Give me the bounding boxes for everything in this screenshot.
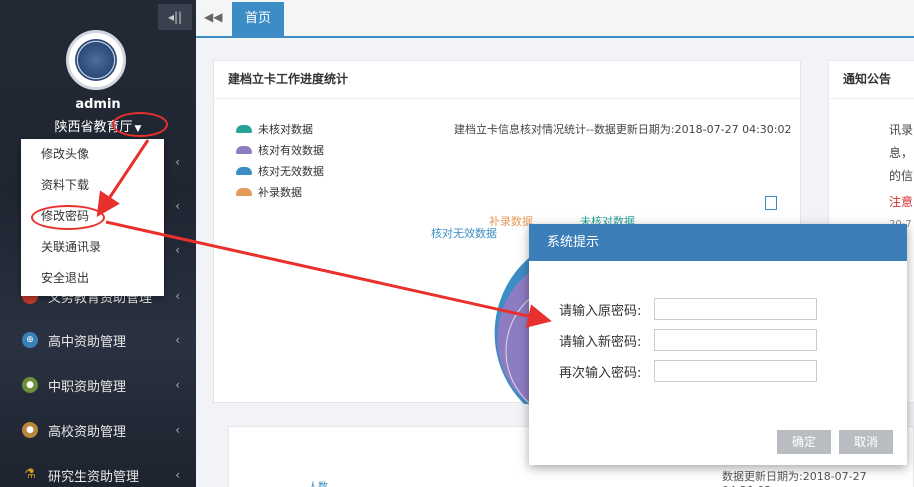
chevron-left-icon: ‹ [175,289,180,303]
menu-item-change-avatar[interactable]: 修改头像 [21,139,164,170]
annotation-ring-dept [112,112,168,137]
nav-label: 高中资助管理 [48,334,127,350]
legend-label: 核对有效数据 [258,144,324,157]
confirm-password-input[interactable] [654,360,817,382]
confirm-password-label: 再次输入密码: [559,365,642,381]
user-name: admin [75,97,121,112]
notice-text: 的信 [889,169,914,183]
logo-emblem [75,39,117,81]
cancel-button[interactable]: 取消 [839,430,893,454]
chevron-left-icon: ‹ [175,333,180,347]
new-password-input[interactable] [654,329,817,351]
panel-title: 通知公告 [829,61,914,99]
bottom-chart-label: 人数 [308,478,328,487]
notice-text: 息， [889,146,914,160]
legend-swatch [236,146,252,154]
logo [66,30,126,90]
confirm-button[interactable]: 确定 [777,430,831,454]
sidebar-toggle-button[interactable]: ◂|| [158,4,192,30]
nav-item-vocational[interactable]: ● 中职资助管理 ‹ [0,363,196,407]
new-password-row: 请输入新密码: [559,329,817,351]
legend-label: 补录数据 [258,186,302,199]
menu-item-contacts[interactable]: 关联通讯录 [21,232,164,263]
old-password-label: 请输入原密码: [559,303,642,319]
chevron-left-icon: ‹ [175,155,180,169]
legend-swatch [236,125,252,133]
university-icon: ● [22,422,38,438]
notice-text: 讯录 [889,123,914,137]
tab-home[interactable]: 首页 [232,2,284,38]
old-password-row: 请输入原密码: [559,298,817,320]
legend-item[interactable]: 补录数据 [236,184,302,200]
notice-warning: 注意 [889,195,914,209]
nav-item-highschool[interactable]: ⊕ 高中资助管理 ‹ [0,318,196,362]
menu-item-downloads[interactable]: 资料下载 [21,170,164,201]
menu-item-logout[interactable]: 安全退出 [21,263,164,294]
document-icon[interactable] [765,196,777,210]
annotation-ring-password [31,205,105,230]
panel-title: 建档立卡工作进度统计 [214,61,800,99]
legend-label: 未核对数据 [258,123,313,136]
nav-label: 高校资助管理 [48,424,127,440]
chevron-left-icon: ‹ [175,199,180,213]
nav-label: 中职资助管理 [48,379,127,395]
double-left-arrow-icon[interactable]: ◀◀ [204,10,222,24]
confirm-password-row: 再次输入密码: [559,360,817,382]
graduate-icon: ⚗ [24,467,36,482]
old-password-input[interactable] [654,298,817,320]
legend-item[interactable]: 核对有效数据 [236,142,324,158]
stat-description: 建档立卡信息核对情况统计--数据更新日期为:2018-07-27 04:30:0… [454,123,792,136]
nav-item-graduate[interactable]: ⚗ 研究生资助管理 ‹ [0,453,196,487]
legend-item[interactable]: 核对无效数据 [236,163,324,179]
chevron-left-icon: ‹ [175,378,180,392]
vocational-icon: ● [22,377,38,393]
legend-swatch [236,188,252,196]
legend-swatch [236,167,252,175]
change-password-dialog: 系统提示 请输入原密码: 请输入新密码: 再次输入密码: 确定 取消 [529,224,907,465]
legend-item[interactable]: 未核对数据 [236,121,313,137]
topbar: ◀◀ 首页 [196,0,914,38]
chevron-left-icon: ‹ [175,243,180,257]
chevron-left-icon: ‹ [175,468,180,482]
bottom-date: 数据更新日期为:2018-07-27 04:30:02 [722,470,867,487]
chevron-left-icon: ‹ [175,423,180,437]
nav-label: 研究生资助管理 [48,469,140,485]
nav-item-university[interactable]: ● 高校资助管理 ‹ [0,408,196,452]
highschool-icon: ⊕ [22,332,38,348]
new-password-label: 请输入新密码: [559,334,642,350]
legend-label: 核对无效数据 [258,165,324,178]
dialog-title: 系统提示 [529,224,907,261]
pie-label-invalid: 核对无效数据 [431,227,497,240]
